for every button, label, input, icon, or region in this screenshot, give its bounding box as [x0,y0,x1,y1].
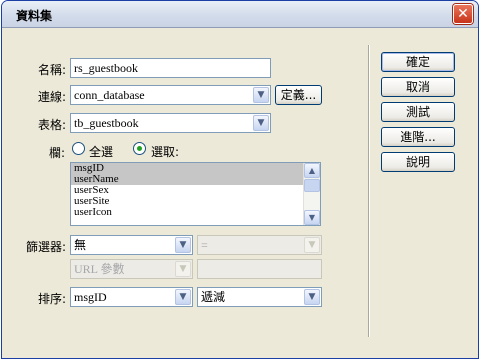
scroll-thumb[interactable] [304,179,320,192]
title-bar[interactable]: 資料集 ✕ [2,1,478,28]
filter-operator-select[interactable]: = ▼ [197,235,322,255]
chevron-down-icon: ▼ [304,237,320,253]
name-input[interactable]: rs_guestbook [70,58,271,78]
columns-selected-label: 選取: [151,145,180,159]
sort-order-value: 遞減 [201,290,226,304]
table-value: tb_guestbook [74,116,139,130]
recordset-dialog: 資料集 ✕ 名稱: rs_guestbook 連線: conn_database… [1,0,479,359]
chevron-down-icon: ▼ [175,261,191,277]
filter-operator-value: = [201,238,208,252]
chevron-down-icon[interactable]: ▼ [253,87,269,103]
list-item[interactable]: userIcon [71,207,320,218]
sort-column-select[interactable]: msgID ▼ [70,287,193,307]
help-button[interactable]: 說明 [381,152,455,172]
columns-all-label: 全選 [89,145,114,159]
ok-button[interactable]: 確定 [381,52,455,72]
window-title: 資料集 [16,9,53,23]
columns-scrollbar[interactable]: ▲ ▼ [303,163,320,225]
sort-order-select[interactable]: 遞減 ▼ [197,287,322,307]
columns-all-radio[interactable] [72,142,85,155]
cancel-button[interactable]: 取消 [381,77,455,97]
scroll-up-arrow-icon[interactable]: ▲ [304,163,320,178]
columns-listbox[interactable]: msgID userName userSex userSite userIcon… [70,162,321,226]
scroll-down-arrow-icon[interactable]: ▼ [304,210,320,225]
chevron-down-icon[interactable]: ▼ [175,289,191,305]
chevron-down-icon[interactable]: ▼ [253,115,269,131]
filter-source-select[interactable]: URL 參數 ▼ [70,259,193,279]
columns-label: 欄: [49,146,66,160]
close-icon: ✕ [457,6,469,22]
chevron-down-icon[interactable]: ▼ [175,237,191,253]
table-select[interactable]: tb_guestbook ▼ [70,113,271,133]
test-button[interactable]: 測試 [381,102,455,122]
sort-column-value: msgID [74,290,107,304]
radio-selected-dot [137,146,142,151]
vertical-divider [368,45,370,337]
filter-value: 無 [74,238,87,252]
advanced-button[interactable]: 進階... [381,127,455,147]
filter-label: 篩選器: [26,240,67,254]
name-label: 名稱: [38,63,67,77]
filter-value-input[interactable] [197,259,322,279]
sort-label: 排序: [38,292,67,306]
connection-value: conn_database [74,88,145,102]
connection-label: 連線: [38,90,67,104]
chevron-down-icon[interactable]: ▼ [304,289,320,305]
define-button[interactable]: 定義... [275,85,322,105]
columns-selected-radio[interactable] [133,142,146,155]
filter-select[interactable]: 無 ▼ [70,235,193,255]
close-button[interactable]: ✕ [453,4,473,24]
filter-source-value: URL 參數 [74,262,125,276]
connection-select[interactable]: conn_database ▼ [70,85,271,105]
table-label: 表格: [38,118,67,132]
